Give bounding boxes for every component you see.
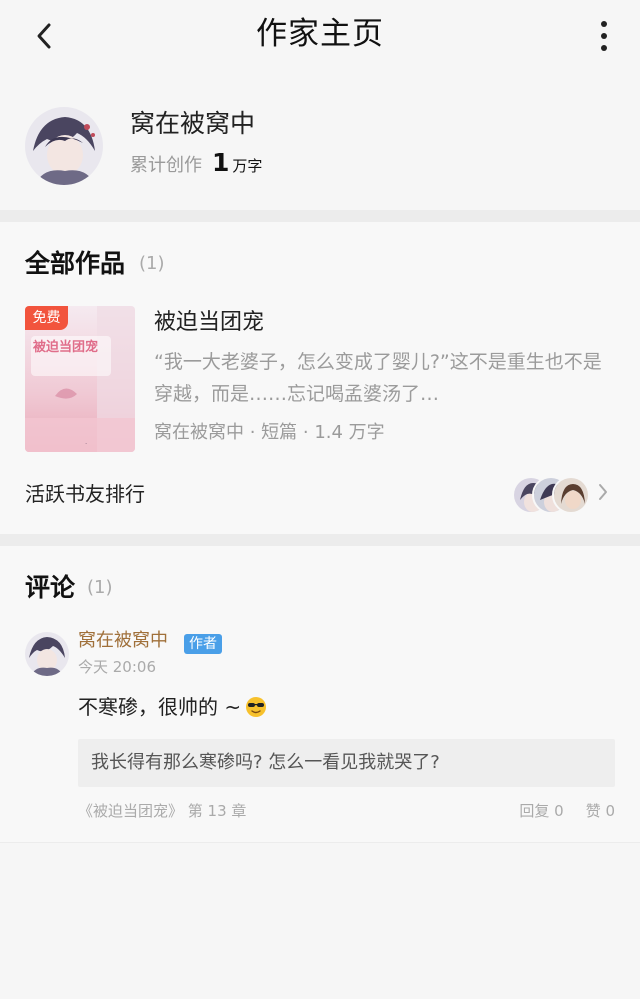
- avatar-illustration-icon: [25, 107, 103, 185]
- chevron-right-icon: [598, 482, 608, 506]
- book-meta: 窝在被窝中 · 短篇 · 1.4 万字: [154, 422, 385, 443]
- active-readers-ranking-row[interactable]: 活跃书友排行: [0, 474, 640, 514]
- cool-emoji-icon: [246, 697, 267, 717]
- author-word-count: 累计创作 1 万字: [130, 148, 262, 177]
- more-dot-icon: [601, 21, 607, 27]
- section-divider: [0, 210, 640, 222]
- svg-text:·: ·: [85, 440, 87, 448]
- book-title[interactable]: 被迫当团宠: [154, 308, 264, 338]
- comment-body: 不寒碜，很帅的 ~: [78, 692, 267, 722]
- page-title: 作家主页: [256, 16, 384, 52]
- comment-time: 今天 20:06: [78, 658, 156, 676]
- comment-actions: 回复 0 赞 0: [519, 800, 615, 822]
- comments-count: (1): [87, 577, 113, 598]
- author-tag-badge: 作者: [184, 634, 222, 654]
- author-name: 窝在被窝中: [130, 109, 256, 138]
- reply-button[interactable]: 回复 0: [519, 800, 563, 822]
- free-badge: 免费: [25, 306, 68, 330]
- comment-text: 不寒碜，很帅的 ~: [78, 695, 242, 719]
- bottom-divider: [0, 842, 640, 843]
- like-button[interactable]: 赞 0: [586, 800, 615, 822]
- top-bar: 作家主页: [0, 0, 640, 70]
- quoted-text: 我长得有那么寒碜吗? 怎么一看见我就哭了?: [78, 739, 615, 787]
- section-divider: [0, 534, 640, 546]
- ranking-avatars: [512, 476, 592, 514]
- comment-source-chapter[interactable]: 《被迫当团宠》 第 13 章: [78, 800, 246, 822]
- works-count: (1): [139, 253, 165, 274]
- more-dot-icon: [601, 33, 607, 39]
- reader-avatar: [552, 476, 590, 514]
- ranking-label: 活跃书友排行: [25, 482, 145, 506]
- book-cover[interactable]: · 免费 被迫当团宠: [25, 306, 135, 452]
- stat-unit: 万字: [232, 157, 263, 175]
- more-dot-icon: [601, 45, 607, 51]
- stat-label: 累计创作: [130, 155, 202, 176]
- commenter-name[interactable]: 窝在被窝中: [78, 628, 168, 654]
- author-avatar[interactable]: [25, 107, 103, 185]
- commenter-avatar[interactable]: [25, 632, 69, 676]
- comments-title: 评论: [25, 573, 76, 602]
- works-title: 全部作品: [25, 249, 126, 278]
- cover-title: 被迫当团宠: [33, 340, 99, 355]
- comments-section: 评论 (1) 窝在被窝中 作者 今天 20:06 不寒碜，很帅的 ~ 我长得有那…: [0, 546, 640, 842]
- author-card: 窝在被窝中 累计创作 1 万字: [0, 70, 640, 210]
- book-description: “我一大老婆子，怎么变成了婴儿?”这不是重生也不是穿越，而是……忘记喝孟婆汤了…: [154, 351, 602, 405]
- stat-number: 1: [212, 148, 230, 177]
- works-section: 全部作品 (1) · 免费 被迫当团宠 被迫当团宠 “我一大老婆子，怎么变成了婴…: [0, 222, 640, 534]
- more-options-button[interactable]: [582, 14, 626, 58]
